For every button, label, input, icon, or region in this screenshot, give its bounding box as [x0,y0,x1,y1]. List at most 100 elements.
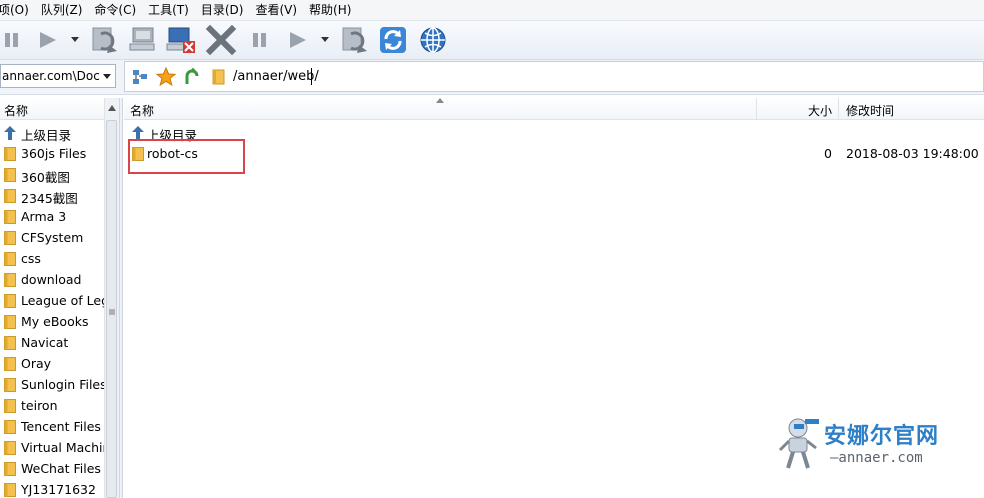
watermark: 安娜尔官网 —annaer.com [772,414,972,474]
path-bar: annaer.com\Doc /annaer/web/ [0,60,984,95]
close-icon [205,25,237,55]
folder-icon [4,462,16,476]
menu-operation[interactable]: 项(O) [0,0,35,20]
pause-remote-button[interactable] [248,24,272,56]
local-item-label: My eBooks [21,314,89,329]
start-remote-button[interactable] [286,24,336,56]
remote-path-field[interactable]: /annaer/web/ [124,61,984,92]
local-list-item[interactable]: CFSystem [0,227,104,248]
up-arrow-icon [132,126,144,140]
local-list-item[interactable]: 360截图 [0,164,104,185]
local-list-item[interactable]: League of Leg [0,290,104,311]
robot-logo-icon [778,418,819,469]
local-item-label: Tencent Files [21,419,101,434]
local-location-combo[interactable]: annaer.com\Doc [0,64,116,88]
local-list-item[interactable]: Oray [0,353,104,374]
local-list-item[interactable]: 上级目录 [0,122,104,143]
folder-icon [4,210,16,224]
local-list-item[interactable]: WeChat Files [0,458,104,479]
play-icon [290,32,329,48]
local-list-item[interactable]: teiron [0,395,104,416]
chevron-down-icon[interactable] [103,74,111,79]
connect-button[interactable] [126,24,160,56]
folder-icon [4,378,16,392]
menu-directory[interactable]: 目录(D) [195,0,250,20]
annotation-highlight-box [128,139,245,174]
refresh-icon [380,27,406,53]
folder-icon [4,336,16,350]
star-icon[interactable] [156,67,176,87]
folder-icon [4,420,16,434]
stop-button[interactable] [204,24,238,56]
local-list-item[interactable]: css [0,248,104,269]
folder-icon [4,357,16,371]
local-item-label: 2345截图 [21,191,78,206]
folder-icon [4,441,16,455]
folder-icon [4,189,16,203]
folder-icon [4,294,16,308]
menu-queue[interactable]: 队列(Z) [35,0,89,20]
local-item-label: League of Leg [21,293,104,308]
folder-icon [4,147,16,161]
scroll-up-icon[interactable] [108,105,116,111]
local-item-label: 360js Files [21,146,87,161]
local-item-label: YJ13171632 [21,482,96,497]
start-queue-button[interactable] [36,24,86,56]
local-item-label: CFSystem [21,230,84,245]
text-caret [311,68,312,85]
remote-item-modified: 2018-08-03 19:48:00 [846,146,979,161]
refresh-button[interactable] [376,24,410,56]
local-scrollbar-thumb[interactable] [106,120,117,498]
folder-icon [4,168,16,182]
local-item-label: download [21,272,82,287]
pane-splitter[interactable] [119,98,123,498]
remote-item-size: 0 [824,146,832,161]
local-file-list: 上级目录 360js Files 360截图 2345截图 Arma 3 CFSystem… [0,98,119,498]
local-list-item[interactable]: Navicat [0,332,104,353]
menu-view[interactable]: 查看(V) [249,0,303,20]
local-list-item[interactable]: 360js Files [0,143,104,164]
local-item-label: Oray [21,356,52,371]
local-list-item[interactable]: Arma 3 [0,206,104,227]
menu-bar: 项(O) 队列(Z) 命令(C) 工具(T) 目录(D) 查看(V) 帮助(H) [0,0,984,21]
local-list-item[interactable]: My eBooks [0,311,104,332]
disconnect-button[interactable] [164,24,198,56]
pause-button[interactable] [0,24,24,56]
local-location-text: annaer.com\Doc [2,69,100,83]
transfer-icon [342,27,367,53]
web-button[interactable] [416,24,450,56]
transfer-button[interactable] [88,24,122,56]
folder-icon [4,273,16,287]
local-list-item[interactable]: YJ13171632 [0,479,104,498]
folder-icon [4,231,16,245]
menu-command[interactable]: 命令(C) [88,0,142,20]
local-list-item[interactable]: Sunlogin Files [0,374,104,395]
play-icon [40,32,79,48]
tree-view-icon[interactable] [131,68,149,86]
menu-tools[interactable]: 工具(T) [142,0,195,20]
transfer-icon [92,27,117,53]
local-list-item[interactable]: Virtual Machin [0,437,104,458]
local-item-label: Sunlogin Files [21,377,104,392]
folder-icon [4,399,16,413]
remote-list-item[interactable]: 上级目录 [124,122,984,143]
computer-icon [129,27,155,51]
remote-transfer-button[interactable] [338,24,372,56]
menu-help[interactable]: 帮助(H) [303,0,357,20]
folder-icon [4,315,16,329]
globe-icon [420,27,446,53]
local-item-label: WeChat Files [21,461,101,476]
disconnect-icon [166,27,195,53]
local-list-item[interactable]: 2345截图 [0,185,104,206]
remote-path-text: /annaer/web/ [233,69,319,84]
local-item-label: teiron [21,398,58,413]
folder-icon [4,483,16,497]
local-list-item[interactable]: download [0,269,104,290]
pause-icon [253,33,266,47]
folder-icon [4,252,16,266]
remote-list-item[interactable]: robot-cs 0 2018-08-03 19:48:00 [124,143,984,164]
pause-icon [5,33,18,47]
go-up-icon[interactable] [182,67,202,87]
local-list-item[interactable]: Tencent Files [0,416,104,437]
watermark-domain: —annaer.com [830,450,923,466]
